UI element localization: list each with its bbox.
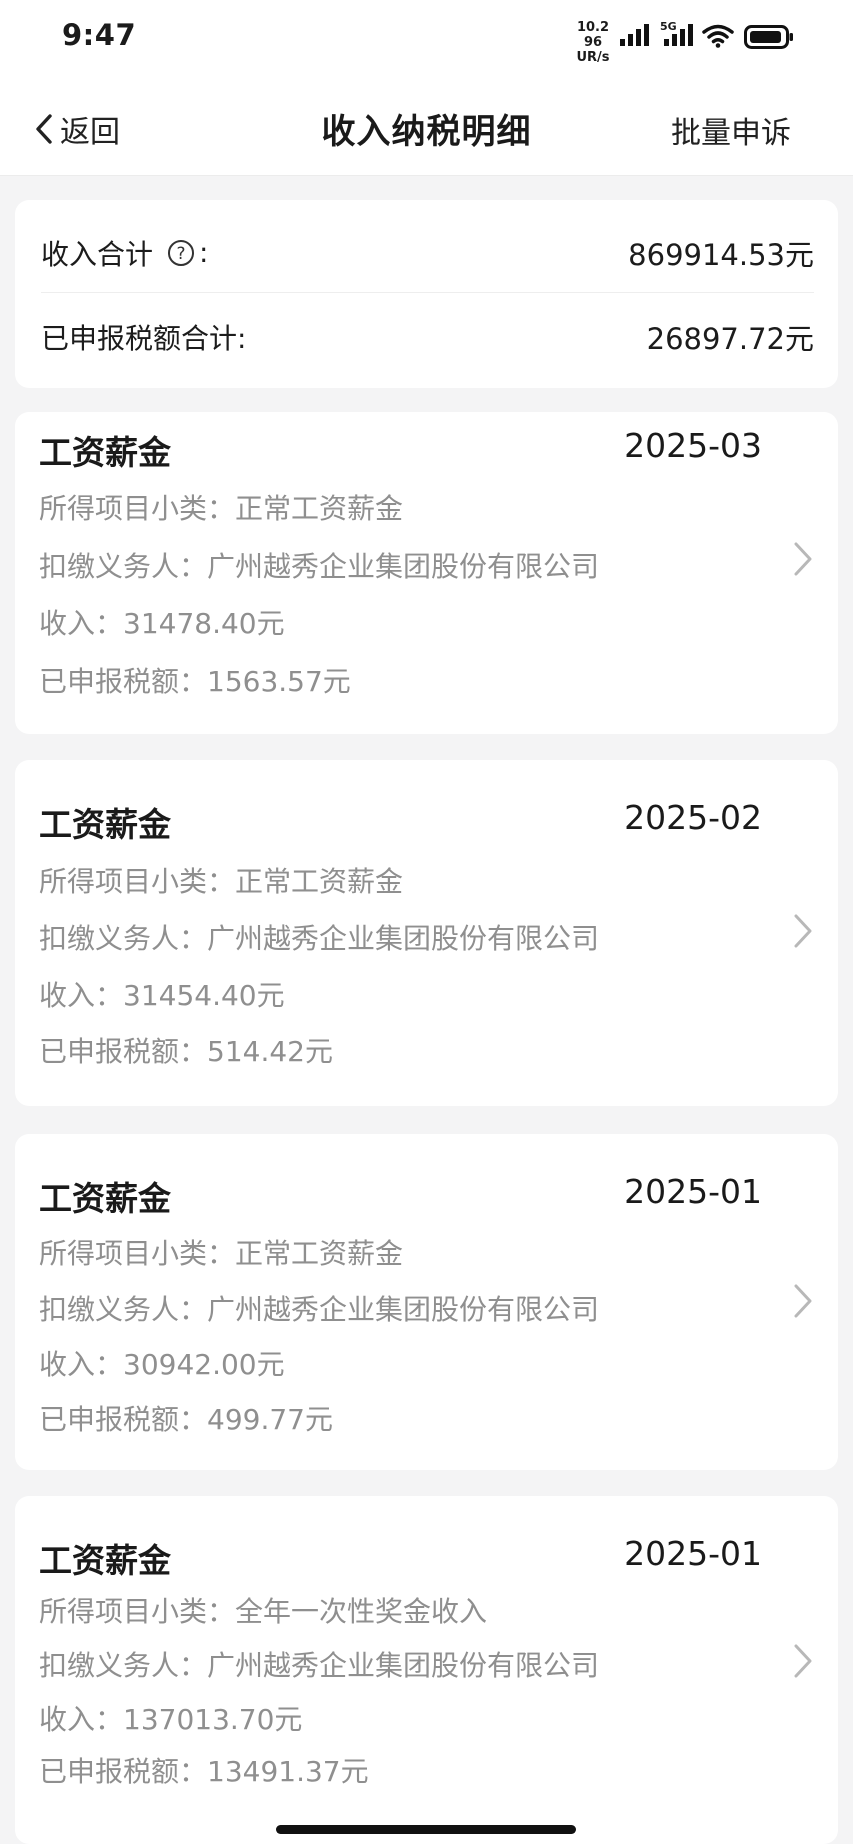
record-tax: 已申报税额：13491.37元 bbox=[39, 1755, 369, 1788]
income-record-card[interactable]: 工资薪金 2025-01 所得项目小类：全年一次性奖金收入 扣缴义务人：广州越秀… bbox=[15, 1496, 838, 1844]
income-total-value: 869914.53元 bbox=[628, 237, 814, 272]
record-date: 2025-01 bbox=[624, 1172, 762, 1211]
record-title: 工资薪金 bbox=[39, 1179, 171, 1218]
income-total-colon: : bbox=[199, 236, 209, 269]
record-tax: 已申报税额：514.42元 bbox=[39, 1035, 333, 1068]
record-date: 2025-02 bbox=[624, 798, 762, 837]
batch-appeal-button[interactable]: 批量申诉 bbox=[671, 108, 791, 152]
record-subcategory: 所得项目小类：正常工资薪金 bbox=[39, 865, 404, 898]
record-date: 2025-03 bbox=[624, 426, 762, 465]
signal-icon bbox=[620, 24, 649, 46]
record-subcategory: 所得项目小类：全年一次性奖金收入 bbox=[39, 1595, 488, 1628]
chevron-right-icon bbox=[794, 1284, 812, 1318]
record-tax: 已申报税额：499.77元 bbox=[39, 1403, 333, 1436]
home-indicator[interactable] bbox=[276, 1825, 576, 1834]
income-record-card[interactable]: 工资薪金 2025-01 所得项目小类：正常工资薪金 扣缴义务人：广州越秀企业集… bbox=[15, 1134, 838, 1470]
network-speed-value: 10.2 96 bbox=[576, 20, 610, 50]
chevron-right-icon bbox=[794, 542, 812, 576]
record-title: 工资薪金 bbox=[39, 805, 171, 844]
signal-icon-secondary bbox=[664, 24, 693, 46]
status-time: 9:47 bbox=[62, 18, 137, 52]
income-total-label: 收入合计 bbox=[41, 237, 154, 271]
record-date: 2025-01 bbox=[624, 1534, 762, 1573]
record-income: 收入：31478.40元 bbox=[39, 607, 285, 640]
chevron-right-icon bbox=[794, 914, 812, 948]
svg-text:?: ? bbox=[177, 244, 186, 264]
help-icon[interactable]: ? bbox=[167, 239, 195, 267]
record-title: 工资薪金 bbox=[39, 433, 171, 472]
tax-total-value: 26897.72元 bbox=[646, 322, 814, 356]
income-total-label-group: 收入合计 ? : bbox=[41, 233, 208, 273]
income-record-card[interactable]: 工资薪金 2025-03 所得项目小类：正常工资薪金 扣缴义务人：广州越秀企业集… bbox=[15, 412, 838, 734]
record-withholder: 扣缴义务人：广州越秀企业集团股份有限公司 bbox=[39, 922, 600, 955]
record-subcategory: 所得项目小类：正常工资薪金 bbox=[39, 1237, 404, 1270]
record-title: 工资薪金 bbox=[39, 1541, 171, 1580]
record-withholder: 扣缴义务人：广州越秀企业集团股份有限公司 bbox=[39, 1649, 600, 1682]
record-tax: 已申报税额：1563.57元 bbox=[39, 665, 351, 698]
tax-total-row: 已申报税额合计: 26897.72元 bbox=[41, 297, 814, 377]
status-bar: 9:47 10.2 96 UR/s 5G bbox=[0, 0, 853, 80]
summary-card: 收入合计 ? : 869914.53元 已申报税额合计: 26897.72元 bbox=[15, 200, 838, 388]
chevron-right-icon bbox=[794, 1644, 812, 1678]
network-speed-unit: UR/s bbox=[576, 50, 610, 65]
income-record-card[interactable]: 工资薪金 2025-02 所得项目小类：正常工资薪金 扣缴义务人：广州越秀企业集… bbox=[15, 760, 838, 1106]
income-total-row: 收入合计 ? : 869914.53元 bbox=[41, 213, 814, 293]
record-income: 收入：30942.00元 bbox=[39, 1348, 285, 1381]
navigation-bar: 返回 收入纳税明细 批量申诉 bbox=[0, 80, 853, 176]
battery-icon bbox=[744, 25, 793, 49]
tax-total-label: 已申报税额合计: bbox=[41, 322, 247, 355]
network-speed: 10.2 96 UR/s bbox=[568, 20, 618, 65]
wifi-icon bbox=[702, 24, 734, 48]
record-income: 收入：31454.40元 bbox=[39, 979, 285, 1012]
record-subcategory: 所得项目小类：正常工资薪金 bbox=[39, 492, 404, 525]
record-withholder: 扣缴义务人：广州越秀企业集团股份有限公司 bbox=[39, 550, 600, 583]
record-income: 收入：137013.70元 bbox=[39, 1703, 303, 1736]
record-withholder: 扣缴义务人：广州越秀企业集团股份有限公司 bbox=[39, 1293, 600, 1326]
income-tax-detail-screen: 9:47 10.2 96 UR/s 5G 返回 收入纳税明细 批量申诉 收入合计… bbox=[0, 0, 853, 1844]
